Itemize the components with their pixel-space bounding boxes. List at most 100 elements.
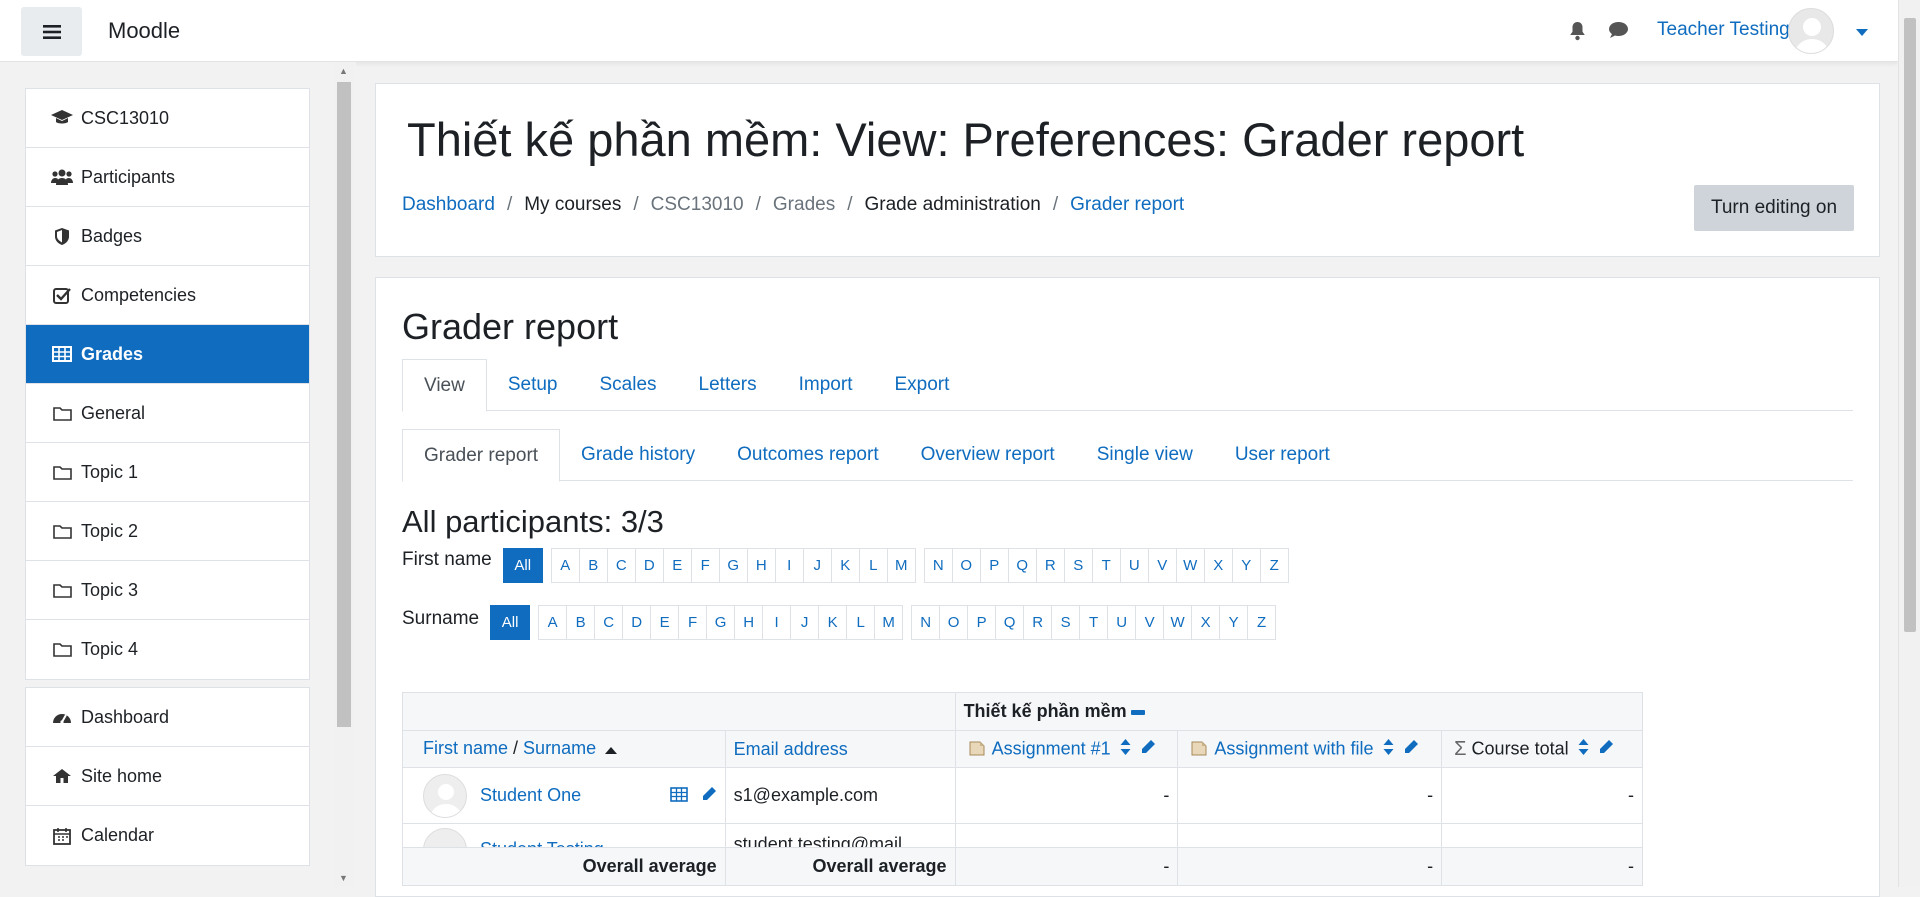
surname-initial-d[interactable]: D — [622, 605, 652, 640]
surname-initial-t[interactable]: T — [1079, 605, 1109, 640]
assignment1-link[interactable]: Assignment #1 — [992, 738, 1111, 758]
surname-initial-p[interactable]: P — [967, 605, 997, 640]
first-name-initial-k[interactable]: K — [830, 548, 860, 583]
sidebar-item-calendar[interactable]: Calendar — [26, 806, 309, 865]
tab-view[interactable]: View — [402, 359, 487, 412]
surname-initial-a[interactable]: A — [538, 605, 568, 640]
sort-icon[interactable] — [1120, 738, 1131, 760]
grade-cell[interactable]: - — [954, 767, 1179, 824]
surname-initial-r[interactable]: R — [1023, 605, 1053, 640]
surname-initial-b[interactable]: B — [566, 605, 596, 640]
first-name-initial-i[interactable]: I — [774, 548, 804, 583]
sidebar-item-course[interactable]: CSC13010 — [26, 89, 309, 148]
surname-initial-s[interactable]: S — [1051, 605, 1081, 640]
first-name-initial-l[interactable]: L — [858, 548, 888, 583]
first-name-initial-a[interactable]: A — [550, 548, 580, 583]
sidebar-item-general[interactable]: General — [26, 384, 309, 443]
sort-icon[interactable] — [1578, 738, 1589, 760]
scroll-up-icon[interactable]: ▲ — [339, 66, 348, 76]
first-name-initial-x[interactable]: X — [1203, 548, 1233, 583]
sidebar-item-competencies[interactable]: Competencies — [26, 266, 309, 325]
first-name-initial-p[interactable]: P — [979, 548, 1009, 583]
turn-editing-on-button[interactable]: Turn editing on — [1694, 185, 1854, 231]
surname-initial-i[interactable]: I — [762, 605, 792, 640]
surname-initial-y[interactable]: Y — [1219, 605, 1249, 640]
sidebar-item-dashboard[interactable]: Dashboard — [26, 688, 309, 747]
first-name-all-button[interactable]: All — [502, 548, 543, 583]
tab-single-view[interactable]: Single view — [1076, 429, 1214, 481]
sidebar-item-topic-4[interactable]: Topic 4 — [26, 620, 309, 679]
surname-initial-w[interactable]: W — [1163, 605, 1193, 640]
user-avatar[interactable] — [1788, 8, 1834, 54]
first-name-initial-e[interactable]: E — [662, 548, 692, 583]
first-name-initial-c[interactable]: C — [606, 548, 636, 583]
surname-initial-e[interactable]: E — [650, 605, 680, 640]
first-name-initial-w[interactable]: W — [1175, 548, 1205, 583]
site-brand[interactable]: Moodle — [108, 18, 180, 44]
grade-cell[interactable]: - — [1177, 767, 1443, 824]
first-name-initial-j[interactable]: J — [802, 548, 832, 583]
sidebar-item-topic-3[interactable]: Topic 3 — [26, 561, 309, 620]
caret-down-icon[interactable] — [1856, 24, 1868, 42]
scroll-down-icon[interactable]: ▼ — [339, 873, 348, 883]
user-menu-name[interactable]: Teacher Testing — [1657, 19, 1790, 41]
page-scrollbar-thumb[interactable] — [1904, 18, 1916, 632]
grades-table-icon[interactable] — [669, 786, 688, 806]
first-name-initial-d[interactable]: D — [634, 548, 664, 583]
surname-initial-g[interactable]: G — [706, 605, 736, 640]
tab-grade-history[interactable]: Grade history — [560, 429, 716, 481]
first-name-initial-h[interactable]: H — [746, 548, 776, 583]
surname-initial-v[interactable]: V — [1135, 605, 1165, 640]
surname-initial-m[interactable]: M — [874, 605, 904, 640]
bell-icon[interactable] — [1568, 21, 1587, 46]
surname-initial-z[interactable]: Z — [1247, 605, 1277, 640]
first-name-initial-v[interactable]: V — [1147, 548, 1177, 583]
first-name-initial-t[interactable]: T — [1091, 548, 1121, 583]
first-name-initial-n[interactable]: N — [923, 548, 953, 583]
surname-initial-x[interactable]: X — [1191, 605, 1221, 640]
first-name-initial-s[interactable]: S — [1063, 548, 1093, 583]
drawer-scrollbar-thumb[interactable] — [337, 82, 351, 727]
tab-scales[interactable]: Scales — [579, 359, 678, 411]
tab-outcomes-report[interactable]: Outcomes report — [716, 429, 900, 481]
sort-icon[interactable] — [1383, 738, 1394, 760]
tab-grader-report[interactable]: Grader report — [402, 429, 561, 482]
surname-initial-n[interactable]: N — [911, 605, 941, 640]
surname-initial-c[interactable]: C — [594, 605, 624, 640]
surname-initial-o[interactable]: O — [939, 605, 969, 640]
edit-pencil-icon[interactable] — [1140, 739, 1156, 760]
first-name-initial-g[interactable]: G — [718, 548, 748, 583]
first-name-initial-r[interactable]: R — [1035, 548, 1065, 583]
surname-initial-h[interactable]: H — [734, 605, 764, 640]
grade-cell[interactable] — [1177, 823, 1443, 848]
sort-surname-link[interactable]: Surname — [523, 738, 596, 758]
surname-initial-q[interactable]: Q — [995, 605, 1025, 640]
first-name-initial-f[interactable]: F — [690, 548, 720, 583]
sidebar-item-topic-2[interactable]: Topic 2 — [26, 502, 309, 561]
student-name-link[interactable]: Student One — [480, 784, 581, 804]
sort-first-name-link[interactable]: First name — [423, 738, 508, 758]
surname-initial-l[interactable]: L — [846, 605, 876, 640]
page-scrollbar[interactable] — [1898, 0, 1920, 887]
tab-export[interactable]: Export — [873, 359, 970, 411]
sidebar-item-participants[interactable]: Participants — [26, 148, 309, 207]
breadcrumb-grades[interactable]: Grades — [773, 194, 835, 216]
first-name-initial-z[interactable]: Z — [1259, 548, 1289, 583]
drawer-scrollbar[interactable]: ▲ ▼ — [334, 62, 354, 887]
first-name-initial-b[interactable]: B — [578, 548, 608, 583]
sidebar-item-topic-1[interactable]: Topic 1 — [26, 443, 309, 502]
first-name-initial-y[interactable]: Y — [1231, 548, 1261, 583]
surname-initial-j[interactable]: J — [790, 605, 820, 640]
sort-email-link[interactable]: Email address — [734, 739, 848, 759]
sidebar-item-grades[interactable]: Grades — [26, 325, 309, 384]
edit-pencil-icon[interactable] — [701, 786, 717, 806]
sidebar-item-badges[interactable]: Badges — [26, 207, 309, 266]
tab-import[interactable]: Import — [778, 359, 874, 411]
surname-initial-f[interactable]: F — [678, 605, 708, 640]
surname-all-button[interactable]: All — [490, 605, 531, 640]
first-name-initial-o[interactable]: O — [951, 548, 981, 583]
edit-pencil-icon[interactable] — [1598, 739, 1614, 760]
edit-pencil-icon[interactable] — [1403, 739, 1419, 760]
grade-cell[interactable] — [954, 823, 1179, 848]
sidebar-item-site-home[interactable]: Site home — [26, 747, 309, 806]
